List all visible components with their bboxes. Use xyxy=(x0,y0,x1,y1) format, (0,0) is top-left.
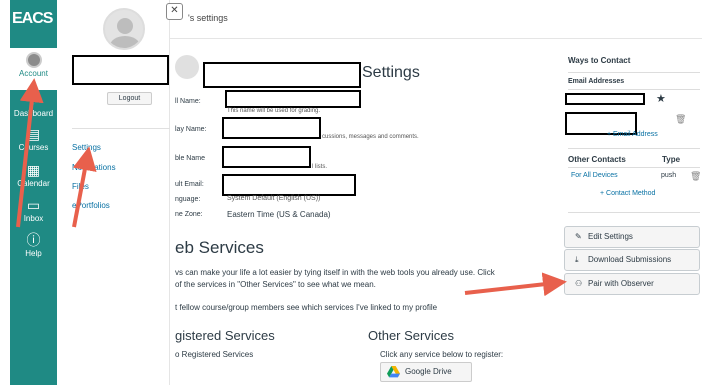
profile-avatar[interactable] xyxy=(175,55,199,79)
display-name-note: cussions, messages and comments. xyxy=(322,134,419,140)
redacted-full-name xyxy=(225,90,361,108)
pencil-icon: ✎ xyxy=(575,232,582,241)
tray-link-files[interactable]: Files xyxy=(72,182,89,191)
edit-settings-button[interactable]: ✎ Edit Settings xyxy=(564,226,700,248)
global-nav: EACS Account ◔ Dashboard ▤ Courses ▦ Cal… xyxy=(10,0,57,385)
institution-logo[interactable]: EACS xyxy=(10,10,57,32)
account-tray: Logout Settings Notifications Files ePor… xyxy=(57,0,170,385)
courses-icon: ▤ xyxy=(26,126,41,142)
other-contacts-header: Other Contacts xyxy=(568,155,626,164)
logout-button[interactable]: Logout xyxy=(107,92,152,105)
language-value: System Default (English (US)) xyxy=(227,195,321,202)
redacted-email-1 xyxy=(565,93,645,105)
full-name-note: This name will be used for grading. xyxy=(227,108,321,114)
redacted-default-email xyxy=(222,174,356,196)
pair-with-observer-label: Pair with Observer xyxy=(588,279,654,288)
download-submissions-label: Download Submissions xyxy=(588,255,672,264)
field-label-full-name: ll Name: xyxy=(175,98,201,105)
registered-services-text: o Registered Services xyxy=(175,350,254,359)
observer-icon: ⚇ xyxy=(575,279,583,288)
tray-link-settings[interactable]: Settings xyxy=(72,143,101,152)
google-drive-label: Google Drive xyxy=(405,367,452,376)
other-services-title: Other Services xyxy=(368,328,454,343)
add-email-link[interactable]: + Email Address xyxy=(607,131,658,138)
redacted-user-name xyxy=(72,55,169,85)
header-divider xyxy=(170,38,702,39)
arrow-to-observer xyxy=(464,272,567,297)
sidebar-divider xyxy=(568,89,700,90)
close-icon: ✕ xyxy=(170,5,179,16)
nav-courses-label: Courses xyxy=(18,143,49,152)
nav-dashboard-label: Dashboard xyxy=(13,109,54,118)
pair-with-observer-button[interactable]: ⚇ Pair with Observer xyxy=(564,273,700,295)
field-label-default-email: ult Email: xyxy=(175,181,204,188)
nav-account[interactable]: Account xyxy=(10,48,57,90)
sidebar-divider xyxy=(568,167,700,168)
web-services-title: eb Services xyxy=(175,238,264,257)
account-icon xyxy=(25,52,42,68)
nav-dashboard[interactable]: ◔ Dashboard xyxy=(10,92,57,118)
calendar-icon: ▦ xyxy=(26,162,41,178)
nav-inbox-label: Inbox xyxy=(23,214,44,223)
edit-settings-label: Edit Settings xyxy=(588,232,633,241)
sortable-name-note: l lists. xyxy=(312,164,327,170)
google-drive-button[interactable]: Google Drive xyxy=(380,362,472,382)
nav-inbox[interactable]: ▭ Inbox xyxy=(10,197,57,223)
nav-courses[interactable]: ▤ Courses xyxy=(10,126,57,152)
trash-icon[interactable]: 🗑 xyxy=(690,171,701,182)
download-submissions-button[interactable]: ⤓ Download Submissions xyxy=(564,249,700,271)
default-email-star-icon[interactable]: ★ xyxy=(656,92,666,105)
tray-link-eportfolios[interactable]: ePortfolios xyxy=(72,201,110,210)
field-label-time-zone: ne Zone: xyxy=(175,211,203,218)
close-tray-button[interactable]: ✕ xyxy=(166,3,183,20)
email-addresses-header: Email Addresses xyxy=(568,78,625,85)
sidebar-divider xyxy=(568,212,700,213)
tray-divider xyxy=(72,128,170,129)
web-services-text-1: vs can make your life a lot easier by ty… xyxy=(175,268,495,277)
google-drive-icon xyxy=(387,366,400,378)
nav-calendar[interactable]: ▦ Calendar xyxy=(10,162,57,188)
all-devices-link[interactable]: For All Devices xyxy=(571,172,618,179)
help-icon: ⓘ xyxy=(26,232,41,248)
page-header: 's settings xyxy=(188,13,228,23)
field-label-sortable-name: ble Name xyxy=(175,155,205,162)
add-contact-method-link[interactable]: + Contact Method xyxy=(600,190,655,197)
nav-help-label: Help xyxy=(25,249,42,258)
other-services-text: Click any service below to register: xyxy=(380,350,504,359)
download-icon: ⤓ xyxy=(575,255,579,264)
ways-to-contact-title: Ways to Contact xyxy=(568,56,631,65)
trash-icon[interactable]: 🗑 xyxy=(675,114,686,125)
inbox-icon: ▭ xyxy=(26,197,41,213)
field-label-display-name: lay Name: xyxy=(175,126,207,133)
redacted-display-name xyxy=(222,117,321,139)
registered-services-title: gistered Services xyxy=(175,328,275,343)
redacted-profile-name xyxy=(203,62,361,88)
avatar[interactable] xyxy=(103,8,145,50)
sidebar-divider xyxy=(568,148,700,149)
push-type: push xyxy=(661,172,677,179)
nav-help[interactable]: ⓘ Help xyxy=(10,232,57,258)
share-services-checkbox-label[interactable]: t fellow course/group members see which … xyxy=(175,303,437,312)
tray-link-notifications[interactable]: Notifications xyxy=(72,163,116,172)
nav-calendar-label: Calendar xyxy=(17,179,50,188)
nav-account-label: Account xyxy=(19,69,48,78)
web-services-text-2: of the services in "Other Services" to s… xyxy=(175,280,376,289)
redacted-sortable-name xyxy=(222,146,311,168)
time-zone-value: Eastern Time (US & Canada) xyxy=(227,210,331,219)
field-label-language: nguage: xyxy=(175,196,201,203)
sidebar-divider xyxy=(568,72,700,73)
dashboard-icon: ◔ xyxy=(29,92,38,108)
page-title: Settings xyxy=(362,64,420,81)
type-header: Type xyxy=(662,155,681,164)
